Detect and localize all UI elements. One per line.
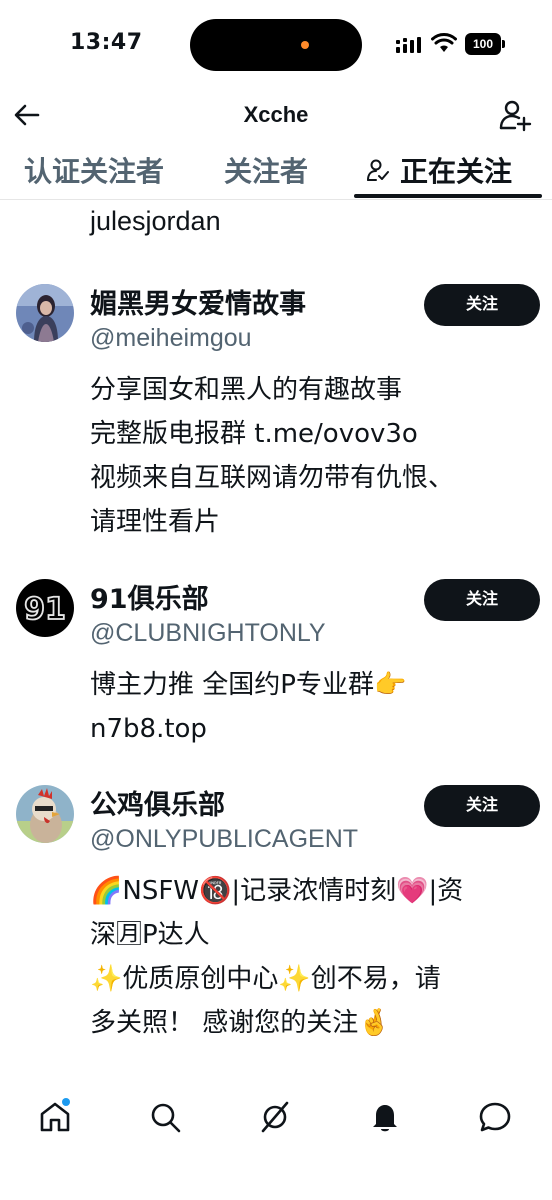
person-check-icon <box>367 159 389 181</box>
bio-line: 分享国女和黑人的有趣故事 <box>90 375 403 405</box>
follow-button[interactable]: 关注 <box>424 579 540 621</box>
add-user-icon[interactable] <box>498 98 532 132</box>
battery-level: 100 <box>465 33 501 55</box>
bio-line: ✨优质原创中心✨创不易，请 <box>90 964 441 994</box>
bio-line: 🌈NSFW🔞|记录浓情时刻💗|资 <box>90 876 464 906</box>
privacy-indicator-dot <box>301 41 309 49</box>
user-bio: 分享国女和黑人的有趣故事 完整版电报群 t.me/ovov3o 视频来自互联网请… <box>90 368 540 544</box>
grok-icon[interactable] <box>258 1100 292 1134</box>
signal-icon <box>396 37 421 53</box>
user-bio: 🌈NSFW🔞|记录浓情时刻💗|资 深🈷P达人 ✨优质原创中心✨创不易，请 多关照… <box>90 869 540 1045</box>
bio-line: 视频来自互联网请勿带有仇恨、 <box>90 463 455 493</box>
bio-line: 多关照！ 感谢您的关注🤞 <box>90 1008 391 1038</box>
bio-line: n7b8.top <box>90 714 207 744</box>
home-notification-dot <box>62 1098 70 1106</box>
tab-following[interactable]: 正在关注 <box>366 150 512 190</box>
bottom-nav <box>0 1080 552 1160</box>
tab-following-label: 正在关注 <box>400 155 513 188</box>
user-handle[interactable]: @ONLYPUBLICAGENT <box>90 825 358 854</box>
profile-header: Xcche <box>0 90 552 142</box>
follow-tabs: 认证关注者 关注者 正在关注 <box>0 142 552 200</box>
tab-followers[interactable]: 关注者 <box>224 150 308 190</box>
wifi-icon <box>431 33 457 52</box>
follow-button[interactable]: 关注 <box>424 284 540 326</box>
page-title: Xcche <box>243 102 309 127</box>
avatar[interactable] <box>16 785 74 843</box>
svg-text:91: 91 <box>24 592 66 627</box>
battery-icon: 100 <box>465 33 505 55</box>
bio-line: 完整版电报群 t.me/ovov3o <box>90 419 418 449</box>
status-bar: 13:47 100 <box>0 0 552 90</box>
bio-line: 请理性看片 <box>90 507 221 537</box>
user-name[interactable]: 媚黑男女爱情故事 <box>90 282 306 321</box>
partial-bio-text[interactable]: julesjordan <box>90 206 221 237</box>
notifications-icon[interactable] <box>368 1100 402 1134</box>
tab-verified-followers[interactable]: 认证关注者 <box>24 150 164 190</box>
user-name[interactable]: 91俱乐部 <box>90 577 209 616</box>
search-icon[interactable] <box>148 1100 182 1134</box>
avatar[interactable] <box>16 284 74 342</box>
follow-button[interactable]: 关注 <box>424 785 540 827</box>
user-bio: 博主力推 全国约P专业群👉 n7b8.top <box>90 663 540 751</box>
user-handle[interactable]: @meiheimgou <box>90 324 252 353</box>
status-time: 13:47 <box>70 30 143 55</box>
dynamic-island <box>190 19 362 71</box>
avatar[interactable]: 91 <box>16 579 74 637</box>
bio-line: 深🈷P达人 <box>90 920 210 950</box>
messages-icon[interactable] <box>478 1100 512 1134</box>
user-handle[interactable]: @CLUBNIGHTONLY <box>90 619 326 648</box>
active-tab-indicator <box>354 194 542 198</box>
user-name[interactable]: 公鸡俱乐部 <box>90 783 225 822</box>
bio-line: 博主力推 全国约P专业群👉 <box>90 670 407 700</box>
